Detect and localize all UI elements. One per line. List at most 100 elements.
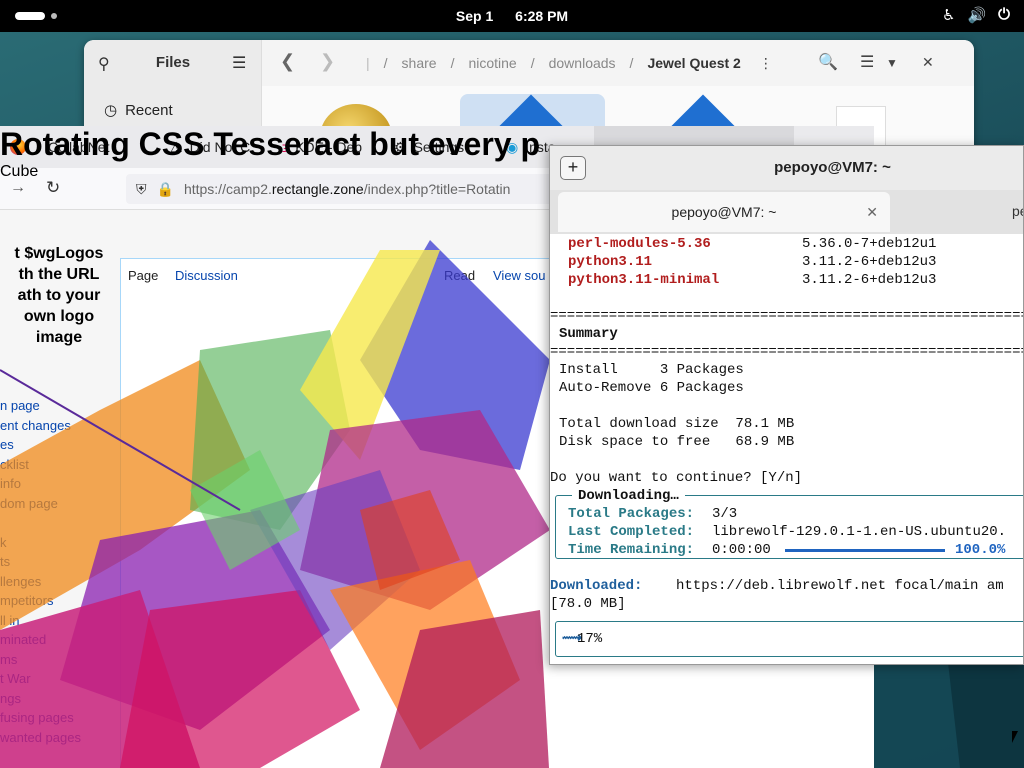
sidebar-link[interactable]: wanted pages bbox=[0, 728, 81, 748]
clock[interactable]: Sep 1 6:28 PM bbox=[0, 8, 1024, 24]
wiki-heading-layer: Rotating CSS Tesseract but every p Cube bbox=[0, 126, 540, 181]
package-version: 3.11.2-6+deb12u3 bbox=[802, 254, 937, 270]
install-line: Install 3 Packages bbox=[559, 362, 744, 378]
terminal-header: + pepoyo@VM7: ~ bbox=[550, 146, 1023, 190]
download-progress-bar bbox=[785, 549, 945, 552]
sidebar-item-label: Recent bbox=[125, 101, 173, 119]
sidebar-link[interactable]: t War bbox=[0, 669, 81, 689]
tab-page[interactable]: Page bbox=[128, 268, 158, 283]
top-bar: Sep 1 6:28 PM ♿ 🔊 ⏻ bbox=[0, 0, 1024, 32]
sidebar-link[interactable]: fusing pages bbox=[0, 708, 81, 728]
sidebar-item-recent[interactable]: ◷ Recent bbox=[104, 101, 173, 120]
time-remaining-label: Time Remaining: bbox=[568, 542, 695, 558]
breadcrumb-nicotine[interactable]: nicotine bbox=[468, 55, 516, 71]
back-icon[interactable]: ❮ bbox=[280, 51, 295, 72]
tab-read[interactable]: Read bbox=[444, 268, 475, 283]
sidebar-link[interactable]: mpetitors bbox=[0, 591, 81, 611]
close-tab-icon[interactable]: ✕ bbox=[866, 192, 878, 232]
logo-text-line: t $wgLogos bbox=[14, 245, 104, 262]
breadcrumb-share[interactable]: share bbox=[402, 55, 437, 71]
sidebar-link[interactable]: k bbox=[0, 533, 81, 553]
tab-view-source[interactable]: View sou bbox=[493, 268, 546, 283]
sidebar-link[interactable]: ms bbox=[0, 650, 81, 670]
download-size-line: Total download size 78.1 MB bbox=[559, 416, 795, 432]
separator-line: ========================================… bbox=[550, 344, 1023, 360]
package-version: 3.11.2-6+deb12u3 bbox=[802, 272, 937, 288]
time-remaining-value: 0:00:00 bbox=[712, 542, 771, 558]
files-header: ❮ ❯ | / share / nicotine / downloads / Jewel… bbox=[262, 40, 974, 86]
clock-date: Sep 1 bbox=[455, 8, 494, 24]
logo-text-line: ath to your bbox=[17, 287, 101, 304]
install-progress-text: 17% bbox=[577, 631, 603, 647]
terminal-tab-second[interactable]: pe bbox=[1012, 203, 1023, 219]
downloaded-size: [78.0 MB] bbox=[550, 596, 626, 612]
kebab-menu-icon[interactable]: ⋮ bbox=[759, 55, 773, 72]
downloaded-label: Downloaded: bbox=[550, 578, 643, 594]
close-icon[interactable]: ✕ bbox=[922, 54, 934, 71]
terminal-tab-active[interactable]: pepoyo@VM7: ~ ✕ bbox=[558, 192, 890, 232]
accessibility-icon[interactable]: ♿ bbox=[942, 6, 955, 24]
logo-text-line: image bbox=[35, 329, 83, 346]
downloaded-value: https://deb.librewolf.net focal/main am bbox=[676, 578, 1004, 594]
install-progress-box bbox=[555, 621, 1023, 657]
breadcrumb-downloads[interactable]: downloads bbox=[549, 55, 616, 71]
system-tray[interactable]: ♿ 🔊 ⏻ bbox=[942, 6, 1010, 24]
clock-icon: ◷ bbox=[104, 102, 118, 119]
package-name: perl-modules-5.36 bbox=[568, 236, 711, 252]
forward-icon[interactable]: ❯ bbox=[320, 51, 335, 72]
total-packages-value: 3/3 bbox=[712, 506, 738, 522]
sidebar-link[interactable] bbox=[0, 513, 81, 533]
tab-title: pepoyo@VM7: ~ bbox=[671, 204, 777, 220]
forward-arrow-icon[interactable]: → bbox=[10, 179, 26, 197]
download-percent: 100.0% bbox=[955, 542, 1006, 558]
breadcrumb: | / share / nicotine / downloads / Jewel Que… bbox=[366, 54, 773, 72]
last-completed-label: Last Completed: bbox=[568, 524, 695, 540]
list-view-icon[interactable]: ☰ bbox=[860, 52, 874, 72]
lock-icon[interactable]: 🔒 bbox=[157, 181, 174, 198]
page-subtitle: Cube bbox=[0, 163, 39, 180]
wiki-sidebar-nav: n page ent changes es cklist info dom pa… bbox=[0, 396, 81, 747]
summary-heading: Summary bbox=[559, 326, 618, 342]
package-name: python3.11-minimal bbox=[568, 272, 720, 288]
prompt-line: Do you want to continue? [Y/n] bbox=[550, 470, 803, 486]
view-options-chevron-icon[interactable]: ▼ bbox=[886, 56, 898, 70]
url-text: https://camp2.rectangle.zone/index.php?t… bbox=[183, 181, 511, 197]
breadcrumb-current[interactable]: Jewel Quest 2 bbox=[647, 55, 740, 71]
autoremove-line: Auto-Remove 6 Packages bbox=[559, 380, 744, 396]
wiki-logo-placeholder[interactable]: t $wgLogos th the URL ath to your own lo… bbox=[0, 243, 118, 348]
total-packages-label: Total Packages: bbox=[568, 506, 695, 522]
sidebar-link[interactable]: n page bbox=[0, 396, 81, 416]
sidebar-link[interactable]: dom page bbox=[0, 494, 81, 514]
volume-icon[interactable]: 🔊 bbox=[967, 6, 986, 24]
tab-discussion[interactable]: Discussion bbox=[175, 268, 238, 283]
sidebar-link[interactable]: llenges bbox=[0, 572, 81, 592]
terminal-title: pepoyo@VM7: ~ bbox=[774, 159, 891, 176]
search-folder-icon[interactable]: 🔍 bbox=[818, 52, 838, 72]
logo-text-line: th the URL bbox=[18, 266, 100, 283]
sidebar-link[interactable]: es bbox=[0, 435, 81, 455]
power-icon[interactable]: ⏻ bbox=[998, 6, 1010, 24]
logo-text-line: own logo bbox=[23, 308, 95, 325]
page-title: Rotating CSS Tesseract but every p bbox=[0, 126, 540, 162]
sidebar-link[interactable]: ts bbox=[0, 552, 81, 572]
sidebar-link[interactable]: info bbox=[0, 474, 81, 494]
terminal-tab-bar: pepoyo@VM7: ~ ✕ pe bbox=[550, 190, 1023, 234]
package-name: python3.11 bbox=[568, 254, 653, 270]
sidebar-link[interactable]: minated bbox=[0, 630, 81, 650]
sidebar-link[interactable]: cklist bbox=[0, 455, 81, 475]
separator-line: ========================================… bbox=[550, 308, 1023, 324]
hamburger-menu-icon[interactable]: ☰ bbox=[232, 53, 246, 73]
disk-space-line: Disk space to free 68.9 MB bbox=[559, 434, 795, 450]
sidebar-link[interactable]: ll in bbox=[0, 611, 81, 631]
downloading-title: Downloading… bbox=[572, 487, 685, 505]
terminal-output[interactable]: perl-modules-5.36 5.36.0-7+deb12u1 pytho… bbox=[550, 234, 1023, 664]
mouse-cursor-icon bbox=[1012, 731, 1018, 743]
sidebar-link[interactable]: ent changes bbox=[0, 416, 81, 436]
sidebar-link[interactable]: ngs bbox=[0, 689, 81, 709]
terminal-window: + pepoyo@VM7: ~ pepoyo@VM7: ~ ✕ pe perl-… bbox=[549, 145, 1024, 665]
reload-icon[interactable]: ↻ bbox=[46, 178, 60, 198]
last-completed-value: librewolf-129.0.1-1.en-US.ubuntu20. bbox=[712, 524, 1007, 540]
package-version: 5.36.0-7+deb12u1 bbox=[802, 236, 937, 252]
clock-time: 6:28 PM bbox=[515, 8, 569, 24]
shield-icon[interactable]: ⛨ bbox=[136, 181, 147, 198]
